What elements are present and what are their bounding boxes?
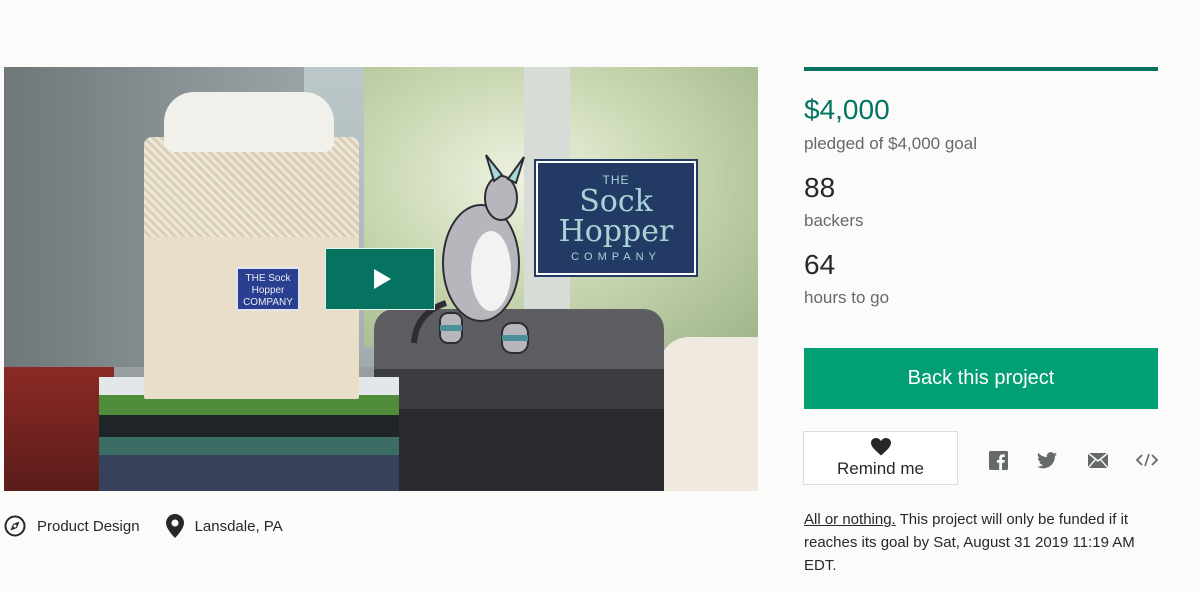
- funding-note: All or nothing. This project will only b…: [804, 508, 1164, 577]
- back-project-button[interactable]: Back this project: [804, 348, 1158, 409]
- facebook-icon: [988, 450, 1008, 470]
- compass-icon: [4, 515, 26, 537]
- share-twitter-button[interactable]: [1036, 449, 1058, 471]
- category-link[interactable]: Product Design: [4, 515, 140, 537]
- logo-company: COMPANY: [571, 251, 661, 263]
- time-remaining-count: 64: [804, 249, 836, 280]
- location-label: Lansdale, PA: [194, 517, 283, 535]
- email-icon: [1088, 452, 1108, 468]
- sock-hopper-logo: THE Sock Hopper COMPANY: [534, 159, 698, 277]
- video-basket-mesh: [144, 137, 359, 237]
- heart-icon: [870, 437, 891, 455]
- share-facebook-button[interactable]: [987, 449, 1009, 471]
- pledged-amount: $4,000: [804, 94, 890, 125]
- funding-progress-fill: [804, 67, 1158, 71]
- basket-logo-label: THE Sock Hopper COMPANY: [236, 267, 300, 311]
- remind-me-label: Remind me: [837, 458, 924, 478]
- play-icon: [373, 269, 391, 289]
- all-or-nothing-link[interactable]: All or nothing.: [804, 511, 896, 528]
- video-red-clothes: [4, 367, 114, 491]
- video-fur-blanket: [659, 337, 758, 491]
- funding-progress-bar: [804, 67, 1158, 71]
- category-label: Product Design: [37, 517, 140, 535]
- embed-code-button[interactable]: [1136, 449, 1158, 471]
- embed-code-icon: [1136, 453, 1158, 467]
- remind-me-button[interactable]: Remind me: [803, 431, 958, 485]
- backers-label: backers: [804, 211, 864, 230]
- project-meta: Product Design Lansdale, PA: [4, 514, 309, 538]
- time-remaining-label: hours to go: [804, 288, 890, 307]
- logo-sock: Sock: [579, 184, 653, 219]
- video-socks: [164, 92, 334, 152]
- play-video-button[interactable]: [325, 248, 435, 310]
- backers-count: 88: [804, 172, 836, 203]
- twitter-icon: [1037, 451, 1057, 468]
- location-link[interactable]: Lansdale, PA: [165, 514, 283, 538]
- project-video[interactable]: THE Sock Hopper COMPANY THE Sock Hopper …: [4, 67, 758, 491]
- pledged-label: pledged of $4,000 goal: [804, 134, 977, 153]
- logo-hopper: Hopper: [558, 214, 674, 249]
- location-pin-icon: [165, 514, 184, 538]
- share-email-button[interactable]: [1087, 449, 1109, 471]
